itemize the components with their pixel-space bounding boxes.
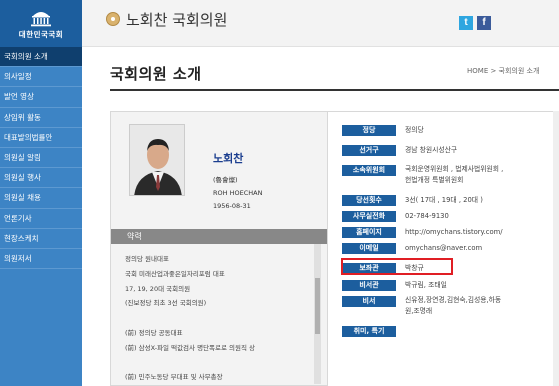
logo-text: 대한민국국회 — [18, 30, 64, 39]
career-scrollbar[interactable] — [314, 244, 321, 384]
career-item: (前) 정의당 공동대표 — [125, 328, 183, 337]
info-scrollbar[interactable] — [553, 111, 559, 386]
assembly-building-icon — [31, 12, 51, 27]
member-photo — [129, 124, 185, 196]
career-item: (진보정당 최초 3선 국회의원) — [125, 299, 207, 308]
highlight-box — [341, 258, 453, 275]
info-label: 사무실전화 — [342, 211, 396, 222]
party-emblem-icon — [106, 12, 120, 26]
email-link[interactable]: omychans@naver.com — [405, 243, 482, 253]
info-label: 정당 — [342, 125, 396, 136]
career-item: 정의당 원내대표 — [125, 255, 169, 263]
info-value: 국회운영위원회 , 법제사법위원회 , 헌법개정 특별위원회 — [405, 165, 504, 184]
info-panel: 정당 정의당 선거구 경남 창원시성산구 소속위원회 국회운영위원회 , 법제사… — [328, 111, 559, 386]
main-title: 국회의원 소개 — [110, 65, 202, 83]
national-assembly-logo[interactable]: 대한민국국회 — [0, 0, 82, 47]
member-name-english: ROH HOECHAN — [213, 189, 263, 197]
sidebar-item-notices[interactable]: 의원실 알림 — [0, 148, 82, 169]
info-label: 당선횟수 — [342, 195, 396, 206]
career-item — [125, 356, 311, 371]
top-header: 노회찬 국회의원 t f — [82, 0, 559, 47]
career-item: 17, 19, 20대 국회의원 — [125, 284, 191, 293]
info-value: 신유정,장연경,김현숙,김성용,하동 원,조명래 — [405, 296, 502, 315]
sidebar-item-press[interactable]: 언론기사 — [0, 209, 82, 229]
member-portrait-icon — [130, 125, 184, 195]
career-scrollbar-thumb[interactable] — [315, 278, 320, 334]
sidebar: 대한민국국회 국회의원 소개 의사일정 발언 영상 상임위 활동 대표발의법률안… — [0, 0, 82, 386]
career-item: (前) 민주노동당 부대표 및 사무총장 — [125, 373, 223, 382]
sidebar-item-books[interactable]: 의원저서 — [0, 249, 82, 270]
member-birth-date: 1956-08-31 — [213, 202, 251, 210]
info-label: 소속위원회 — [342, 165, 396, 176]
info-label: 선거구 — [342, 145, 396, 156]
info-value: 경남 창원시성산구 — [405, 146, 458, 154]
sidebar-item-member-intro[interactable]: 국회의원 소개 — [0, 47, 82, 68]
page-header-title: 노회찬 국회의원 — [126, 11, 228, 29]
info-label: 비서 — [342, 296, 396, 307]
career-item — [125, 311, 311, 326]
twitter-icon[interactable]: t — [459, 16, 473, 30]
sidebar-item-recruit[interactable]: 의원실 채용 — [0, 188, 82, 209]
member-name-hanja: (魯會燦) — [213, 176, 238, 184]
career-item: (前) 삼성X-파일 떡값검사 명단폭로로 의원직 상 — [125, 343, 256, 352]
career-item: 국회 미래산업과좋은일자리포럼 대표 — [125, 269, 225, 278]
info-label: 취미, 특기 — [342, 326, 396, 337]
info-value: 정의당 — [405, 126, 424, 134]
profile-card: 노회찬 (魯會燦) ROH HOECHAN 1956-08-31 약력 정의당 … — [110, 111, 328, 386]
info-label: 홈페이지 — [342, 227, 396, 238]
career-list: 정의당 원내대표 국회 미래산업과좋은일자리포럼 대표 17, 19, 20대 … — [125, 252, 311, 385]
facebook-icon[interactable]: f — [477, 16, 491, 30]
sidebar-item-sketch[interactable]: 현장스케치 — [0, 229, 82, 249]
career-header: 약력 — [111, 229, 327, 244]
name-block: 노회찬 (魯會燦) ROH HOECHAN 1956-08-31 — [213, 150, 262, 210]
info-label: 비서관 — [342, 280, 396, 291]
info-value: 3선( 17대 , 19대 , 20대 ) — [405, 196, 483, 204]
title-divider — [110, 89, 559, 91]
homepage-link[interactable]: http://omychans.tistory.com/ — [405, 227, 503, 237]
info-value: 박규림, 조태일 — [405, 281, 447, 289]
breadcrumb[interactable]: HOME > 국회의원 소개 — [467, 66, 539, 76]
sidebar-item-committee[interactable]: 상임위 활동 — [0, 108, 82, 128]
info-label: 이메일 — [342, 243, 396, 254]
sidebar-item-schedule[interactable]: 의사일정 — [0, 67, 82, 88]
member-name: 노회찬 — [213, 152, 244, 165]
sidebar-item-events[interactable]: 의원실 행사 — [0, 168, 82, 189]
sidebar-item-speech-video[interactable]: 발언 영상 — [0, 87, 82, 108]
sidebar-item-bills[interactable]: 대표발의법률안 — [0, 128, 82, 148]
info-value: 02-784-9130 — [405, 212, 449, 220]
